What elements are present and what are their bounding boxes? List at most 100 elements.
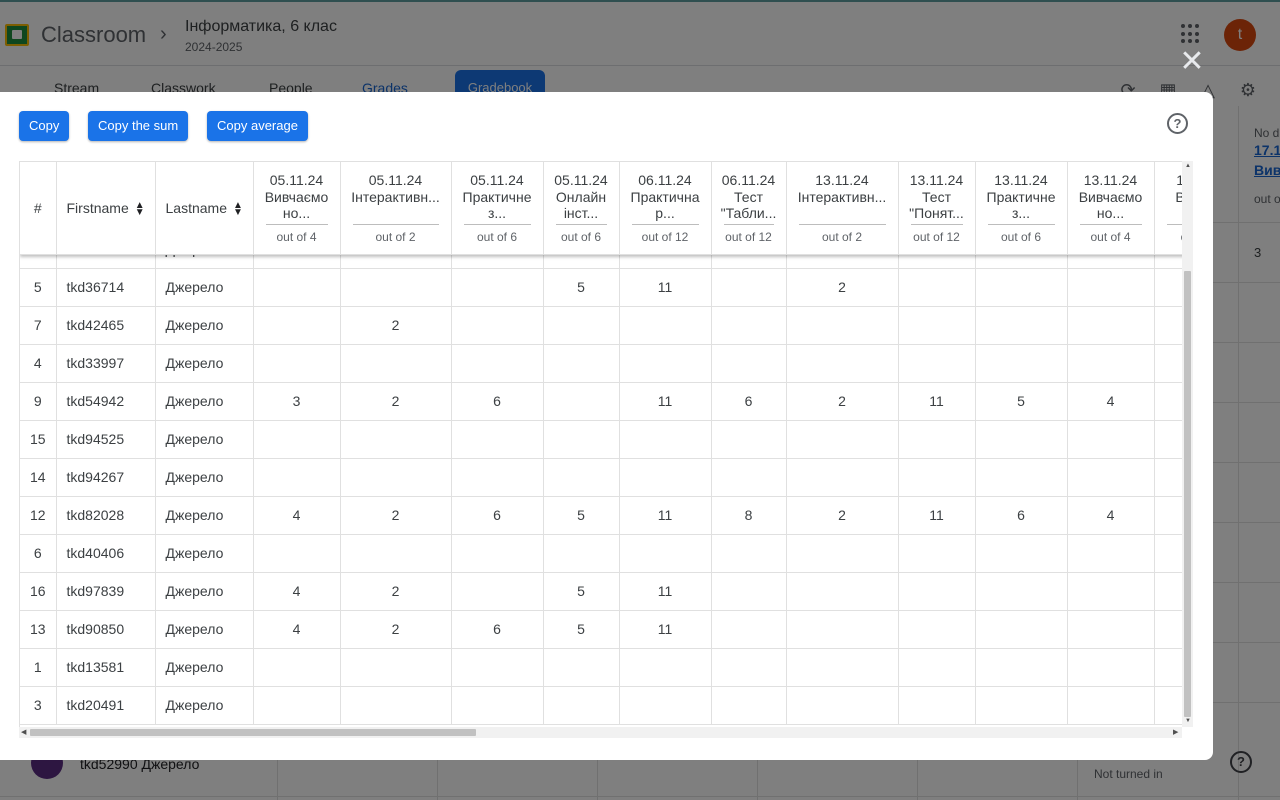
- help-icon[interactable]: ?: [1167, 113, 1188, 134]
- grade-cell[interactable]: 11: [898, 496, 976, 535]
- grade-cell[interactable]: [619, 344, 712, 383]
- grade-cell[interactable]: [253, 534, 341, 573]
- grade-cell[interactable]: 2: [340, 306, 452, 345]
- grade-cell[interactable]: [975, 648, 1068, 687]
- grade-cell[interactable]: [619, 686, 712, 725]
- grade-cell[interactable]: [1154, 648, 1182, 687]
- grade-cell[interactable]: [898, 306, 976, 345]
- grade-cell[interactable]: [253, 686, 341, 725]
- grade-cell[interactable]: [1154, 344, 1182, 383]
- grade-cell[interactable]: [1067, 458, 1155, 497]
- grade-cell[interactable]: 5: [543, 610, 620, 649]
- grade-cell[interactable]: [1067, 268, 1155, 307]
- grade-cell[interactable]: [786, 420, 899, 459]
- grade-cell[interactable]: [711, 686, 787, 725]
- grade-cell[interactable]: [451, 306, 544, 345]
- grade-cell[interactable]: 2: [340, 382, 452, 421]
- assignment-column-header[interactable]: 13.11.24 Інтерактивн... out of 2: [786, 161, 899, 255]
- grade-cell[interactable]: 4: [253, 572, 341, 611]
- grade-cell[interactable]: [451, 344, 544, 383]
- grade-cell[interactable]: [1154, 572, 1182, 611]
- grade-cell[interactable]: [975, 268, 1068, 307]
- column-header-firstname[interactable]: Firstname ▲ ▼: [56, 161, 156, 255]
- grade-cell[interactable]: 4: [1067, 382, 1155, 421]
- grade-cell[interactable]: 2: [786, 382, 899, 421]
- grade-cell[interactable]: 6: [451, 382, 544, 421]
- vertical-scrollbar-thumb[interactable]: [1184, 271, 1191, 717]
- grade-cell[interactable]: [711, 306, 787, 345]
- grade-cell[interactable]: 11: [619, 572, 712, 611]
- grade-cell[interactable]: [1154, 496, 1182, 535]
- grade-cell[interactable]: [253, 344, 341, 383]
- copy-average-button[interactable]: Copy average: [207, 111, 308, 141]
- grade-cell[interactable]: [253, 268, 341, 307]
- grade-cell[interactable]: [711, 572, 787, 611]
- grade-cell[interactable]: [711, 420, 787, 459]
- grade-cell[interactable]: 6: [975, 496, 1068, 535]
- grade-cell[interactable]: [711, 268, 787, 307]
- grade-cell[interactable]: 2: [340, 496, 452, 535]
- grade-cell[interactable]: [451, 572, 544, 611]
- grade-cell[interactable]: [786, 306, 899, 345]
- grade-cell[interactable]: [1067, 648, 1155, 687]
- grade-cell[interactable]: [898, 572, 976, 611]
- grade-cell[interactable]: [1067, 344, 1155, 383]
- scroll-left-icon[interactable]: ◀: [21, 728, 26, 736]
- vertical-scrollbar[interactable]: ▲ ▼: [1182, 161, 1193, 727]
- grade-cell[interactable]: [1067, 534, 1155, 573]
- grade-cell[interactable]: [711, 344, 787, 383]
- grade-cell[interactable]: [1154, 686, 1182, 725]
- assignment-column-header[interactable]: 13.11.24 Вивчаємо но... out of 4: [1067, 161, 1155, 255]
- grade-cell[interactable]: 2: [786, 496, 899, 535]
- grade-cell[interactable]: [543, 344, 620, 383]
- grade-cell[interactable]: [898, 610, 976, 649]
- grade-cell[interactable]: [619, 420, 712, 459]
- grade-cell[interactable]: [786, 686, 899, 725]
- grade-cell[interactable]: [898, 648, 976, 687]
- grade-cell[interactable]: [451, 458, 544, 497]
- grade-cell[interactable]: [1154, 382, 1182, 421]
- grade-cell[interactable]: [253, 420, 341, 459]
- horizontal-scrollbar[interactable]: ◀ ▶: [19, 727, 1182, 738]
- grade-cell[interactable]: [543, 686, 620, 725]
- grade-cell[interactable]: [340, 686, 452, 725]
- grade-cell[interactable]: 2: [340, 610, 452, 649]
- grade-cell[interactable]: [340, 268, 452, 307]
- grade-cell[interactable]: [451, 420, 544, 459]
- horizontal-scrollbar-thumb[interactable]: [30, 729, 476, 736]
- grade-cell[interactable]: 6: [451, 610, 544, 649]
- grade-cell[interactable]: [975, 572, 1068, 611]
- grade-cell[interactable]: [1154, 534, 1182, 573]
- grade-cell[interactable]: [1154, 458, 1182, 497]
- grade-cell[interactable]: 5: [543, 572, 620, 611]
- grade-cell[interactable]: [543, 648, 620, 687]
- grade-cell[interactable]: [619, 306, 712, 345]
- grade-cell[interactable]: [786, 458, 899, 497]
- grade-cell[interactable]: [340, 420, 452, 459]
- close-icon[interactable]: ✕: [1178, 47, 1206, 77]
- grade-cell[interactable]: 6: [711, 382, 787, 421]
- grade-cell[interactable]: [1154, 610, 1182, 649]
- grade-cell[interactable]: 11: [898, 382, 976, 421]
- grade-cell[interactable]: 5: [975, 382, 1068, 421]
- grade-cell[interactable]: [975, 306, 1068, 345]
- grade-cell[interactable]: [340, 648, 452, 687]
- grade-cell[interactable]: [786, 534, 899, 573]
- grade-cell[interactable]: [711, 534, 787, 573]
- grade-cell[interactable]: [711, 648, 787, 687]
- grade-cell[interactable]: 3: [253, 382, 341, 421]
- grade-cell[interactable]: [975, 686, 1068, 725]
- grade-cell[interactable]: 2: [340, 572, 452, 611]
- grade-cell[interactable]: [253, 458, 341, 497]
- assignment-column-header[interactable]: 05.11.24 Інтерактивн... out of 2: [340, 161, 452, 255]
- grade-cell[interactable]: [975, 344, 1068, 383]
- grade-cell[interactable]: [898, 458, 976, 497]
- grade-cell[interactable]: [898, 420, 976, 459]
- grade-cell[interactable]: 11: [619, 268, 712, 307]
- assignment-column-header[interactable]: 05.11.24 Вивчаємо но... out of 4: [253, 161, 341, 255]
- scroll-right-icon[interactable]: ▶: [1173, 728, 1178, 736]
- grade-cell[interactable]: 11: [619, 610, 712, 649]
- grade-cell[interactable]: [711, 610, 787, 649]
- column-header-lastname[interactable]: Lastname ▲ ▼: [155, 161, 254, 255]
- assignment-column-header[interactable]: 06.11.24 Тест "Табли... out of 12: [711, 161, 787, 255]
